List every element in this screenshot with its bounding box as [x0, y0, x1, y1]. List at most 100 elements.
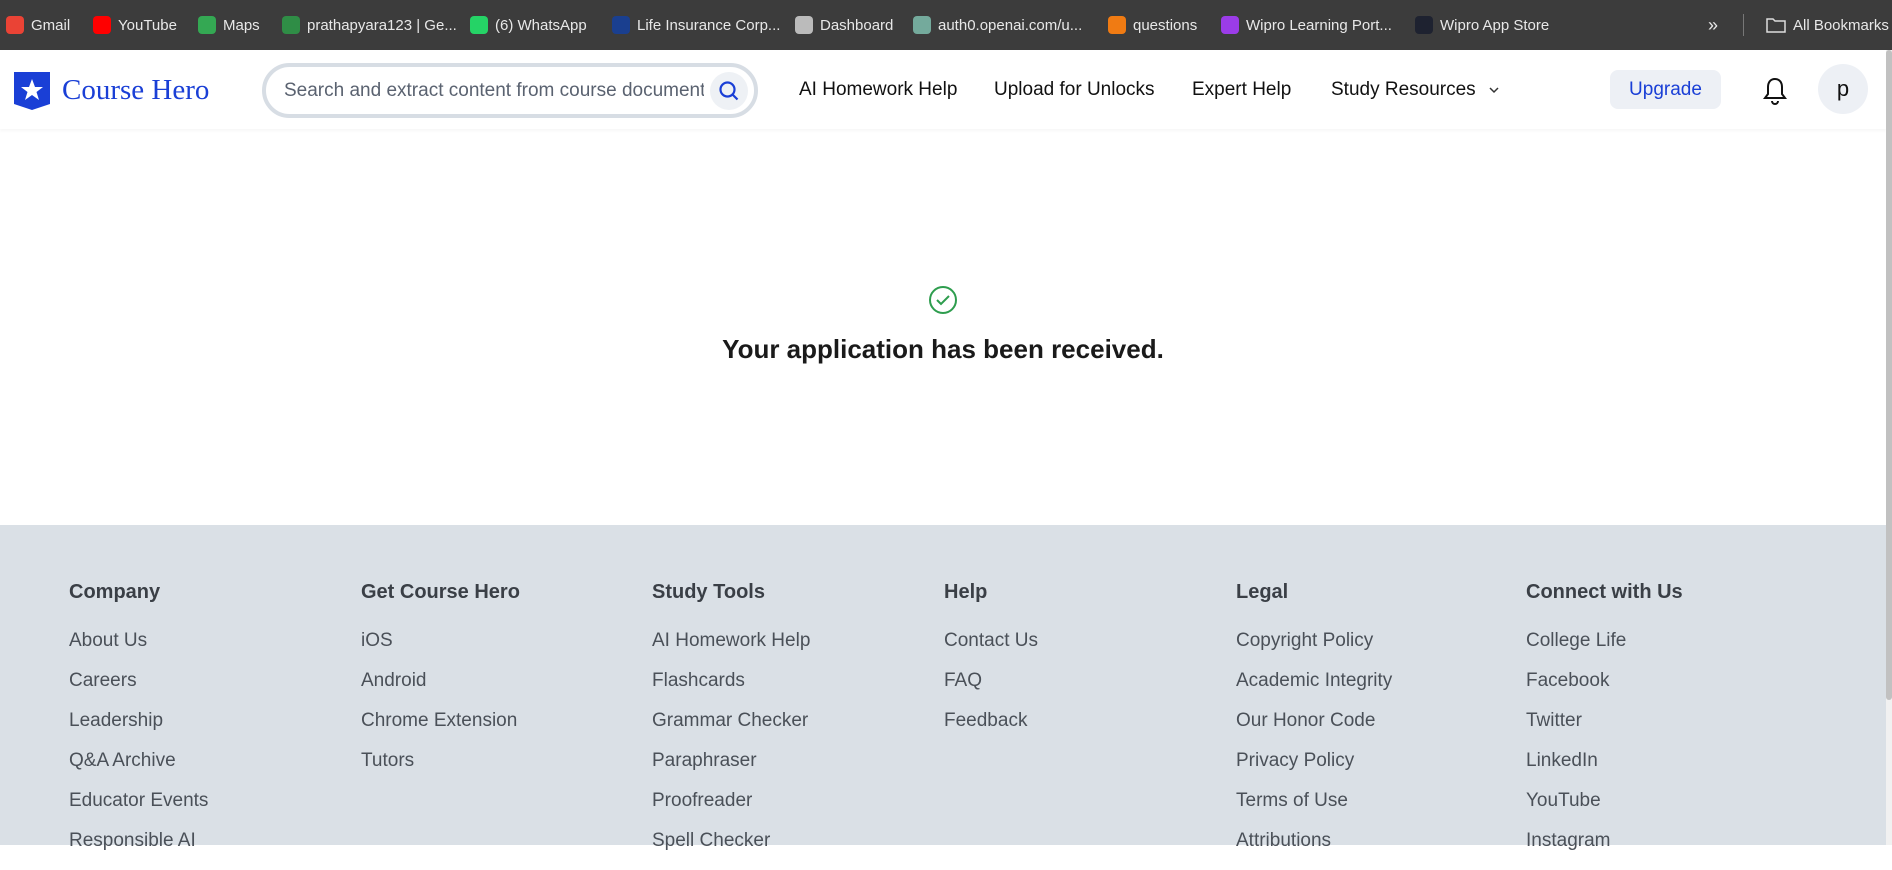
- globe-icon: [795, 16, 813, 34]
- footer-link[interactable]: Privacy Policy: [1236, 750, 1392, 790]
- bookmark-6[interactable]: Dashboard: [795, 0, 893, 50]
- bookmark-4[interactable]: (6) WhatsApp: [470, 0, 587, 50]
- footer-link[interactable]: FAQ: [944, 670, 1038, 710]
- search-input[interactable]: Search and extract content from course d…: [262, 63, 758, 118]
- maps-icon: [198, 16, 216, 34]
- footer-link[interactable]: Educator Events: [69, 790, 208, 830]
- bookmark-9[interactable]: Wipro Learning Port...: [1221, 0, 1392, 50]
- footer-link[interactable]: About Us: [69, 630, 208, 670]
- footer-heading: Connect with Us: [1526, 581, 1683, 603]
- folder-icon: [1766, 18, 1786, 33]
- footer-link[interactable]: Responsible AI: [69, 830, 208, 870]
- nav-study-resources[interactable]: Study Resources: [1331, 50, 1500, 129]
- footer-link[interactable]: Our Honor Code: [1236, 710, 1392, 750]
- geeksforgeeks-icon: [282, 16, 300, 34]
- footer-heading: Study Tools: [652, 581, 765, 603]
- gmail-icon: [6, 16, 24, 34]
- course-hero-logo[interactable]: Course Hero: [12, 70, 209, 110]
- bookmark-1[interactable]: YouTube: [93, 0, 177, 50]
- avatar[interactable]: p: [1818, 64, 1868, 114]
- footer-link[interactable]: LinkedIn: [1526, 750, 1683, 790]
- bookmark-7[interactable]: auth0.openai.com/u...: [913, 0, 1082, 50]
- footer-link[interactable]: AI Homework Help: [652, 630, 810, 670]
- footer-heading: Company: [69, 581, 161, 603]
- footer-link[interactable]: YouTube: [1526, 790, 1683, 830]
- footer-column: Legal Copyright Policy Academic Integrity O…: [1236, 581, 1392, 870]
- bookmark-label: auth0.openai.com/u...: [938, 16, 1083, 34]
- divider: [1743, 14, 1744, 36]
- bookmark-label: Gmail: [31, 16, 71, 34]
- footer-link[interactable]: Chrome Extension: [361, 710, 520, 750]
- footer-link[interactable]: Contact Us: [944, 630, 1038, 670]
- footer-link[interactable]: Spell Checker: [652, 830, 810, 870]
- search-button[interactable]: [710, 72, 748, 110]
- confirmation-text: Your application has been received.: [722, 334, 1164, 364]
- upgrade-button[interactable]: Upgrade: [1610, 70, 1721, 109]
- bookmark-label: Wipro App Store: [1440, 16, 1550, 34]
- bookmark-label: prathapyara123 | Ge...: [307, 16, 457, 34]
- scrollbar-thumb[interactable]: [1886, 50, 1892, 700]
- bookmark-10[interactable]: Wipro App Store: [1415, 0, 1549, 50]
- bookmark-0[interactable]: Gmail: [6, 0, 70, 50]
- footer-column: Help Contact Us FAQ Feedback: [944, 581, 1038, 750]
- footer-column: Company About Us Careers Leadership Q&A Arch…: [69, 581, 208, 870]
- youtube-icon: [93, 16, 111, 34]
- bookmark-label: (6) WhatsApp: [495, 16, 587, 34]
- footer-link[interactable]: College Life: [1526, 630, 1683, 670]
- bookmark-label: questions: [1133, 16, 1198, 34]
- bookmark-8[interactable]: questions: [1108, 0, 1197, 50]
- bookmark-3[interactable]: prathapyara123 | Ge...: [282, 0, 457, 50]
- bookmark-label: Dashboard: [820, 16, 894, 34]
- footer-link[interactable]: Flashcards: [652, 670, 810, 710]
- footer-link[interactable]: Twitter: [1526, 710, 1683, 750]
- search-icon: [719, 81, 739, 101]
- bookmark-label: Maps: [223, 16, 260, 34]
- footer-heading: Get Course Hero: [361, 581, 520, 603]
- footer-link[interactable]: Tutors: [361, 750, 520, 790]
- nav-expert-help[interactable]: Expert Help: [1192, 50, 1291, 129]
- footer-heading: Help: [944, 581, 988, 603]
- footer-link[interactable]: Attributions: [1236, 830, 1392, 870]
- bookmark-label: YouTube: [118, 16, 177, 34]
- footer-link[interactable]: Copyright Policy: [1236, 630, 1392, 670]
- footer-link[interactable]: Feedback: [944, 710, 1038, 750]
- bookmark-2[interactable]: Maps: [198, 0, 260, 50]
- footer-link[interactable]: Android: [361, 670, 520, 710]
- check-circle-icon: [929, 286, 957, 314]
- shield-star-icon: [14, 72, 50, 110]
- footer-link[interactable]: Q&A Archive: [69, 750, 208, 790]
- footer-link[interactable]: Proofreader: [652, 790, 810, 830]
- nav-upload-for-unlocks[interactable]: Upload for Unlocks: [994, 50, 1155, 129]
- scrollbar[interactable]: [1886, 50, 1892, 845]
- footer-link[interactable]: Leadership: [69, 710, 208, 750]
- wipro-learning-icon: [1221, 16, 1239, 34]
- nav-ai-homework-help[interactable]: AI Homework Help: [799, 50, 957, 129]
- all-bookmarks-label: All Bookmarks: [1793, 16, 1889, 34]
- bookmark-label: Life Insurance Corp...: [637, 16, 781, 34]
- footer-heading: Legal: [1236, 581, 1289, 603]
- bookmark-label: Wipro Learning Port...: [1246, 16, 1392, 34]
- footer-column: Study Tools AI Homework Help Flashcards Gra…: [652, 581, 810, 870]
- openai-icon: [913, 16, 931, 34]
- footer-link[interactable]: Instagram: [1526, 830, 1683, 870]
- footer-column: Connect with Us College Life Facebook Twitt…: [1526, 581, 1683, 870]
- bookmarks-bar: Gmail YouTube Maps prathapyara123 | Ge... (6…: [0, 0, 1892, 50]
- confirmation-message: Your application has been received.: [0, 285, 1886, 365]
- footer-column: Get Course Hero iOS Android Chrome Extensio…: [361, 581, 520, 790]
- footer-link[interactable]: Careers: [69, 670, 208, 710]
- footer-link[interactable]: iOS: [361, 630, 520, 670]
- bell-icon[interactable]: [1762, 76, 1788, 106]
- site-header: Course Hero Search and extract content f…: [0, 50, 1886, 129]
- wipro-appstore-icon: [1415, 16, 1433, 34]
- more-bookmarks-button[interactable]: »: [1708, 0, 1718, 50]
- footer-link[interactable]: Facebook: [1526, 670, 1683, 710]
- all-bookmarks-button[interactable]: All Bookmarks: [1766, 0, 1889, 50]
- whatsapp-icon: [470, 16, 488, 34]
- footer-link[interactable]: Terms of Use: [1236, 790, 1392, 830]
- site-footer: Company About Us Careers Leadership Q&A Arch…: [0, 525, 1886, 851]
- footer-link[interactable]: Academic Integrity: [1236, 670, 1392, 710]
- footer-link[interactable]: Paraphraser: [652, 750, 810, 790]
- c-icon: [1108, 16, 1126, 34]
- bookmark-5[interactable]: Life Insurance Corp...: [612, 0, 780, 50]
- footer-link[interactable]: Grammar Checker: [652, 710, 810, 750]
